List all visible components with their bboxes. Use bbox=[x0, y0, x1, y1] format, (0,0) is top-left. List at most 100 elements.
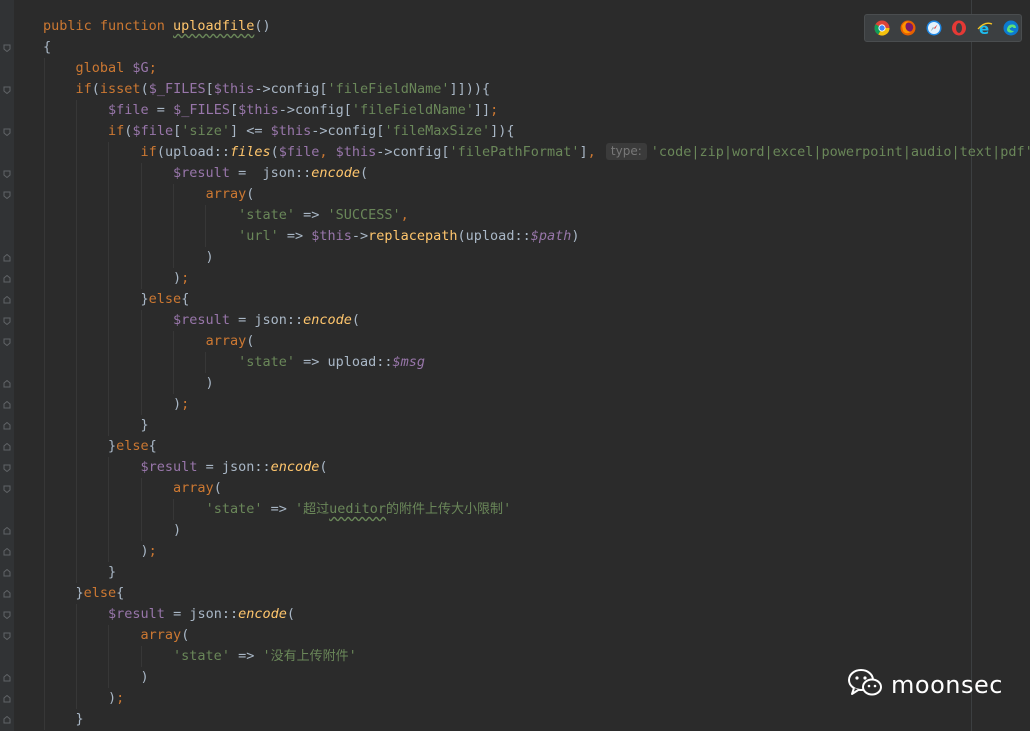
indent-guide bbox=[108, 331, 110, 352]
indent-guide bbox=[44, 394, 45, 415]
token-segment: ); bbox=[43, 543, 157, 559]
fold-marker-icon[interactable] bbox=[3, 443, 11, 451]
fold-marker-icon[interactable] bbox=[3, 485, 11, 493]
fold-marker-icon[interactable] bbox=[3, 254, 11, 262]
indent-guide bbox=[44, 289, 45, 310]
fold-marker-icon[interactable] bbox=[3, 674, 11, 682]
fold-marker-icon[interactable] bbox=[3, 86, 11, 94]
watermark: moonsec bbox=[847, 668, 1003, 702]
token-segment: global $G; bbox=[75, 60, 157, 76]
code-line: 'url' => $this->replacepath(upload::$pat… bbox=[43, 226, 1030, 247]
fold-marker-icon[interactable] bbox=[3, 695, 11, 703]
indent-guide bbox=[172, 205, 174, 226]
indent-guide bbox=[44, 520, 45, 541]
indent-guide bbox=[76, 604, 78, 625]
code-line: ); bbox=[43, 541, 1030, 562]
indent-guide bbox=[108, 394, 110, 415]
indent-guide bbox=[172, 373, 174, 394]
code-line: $result = json::encode( bbox=[43, 310, 1030, 331]
indent-guide bbox=[172, 226, 174, 247]
code-line: 'state' => '没有上传附件' bbox=[43, 646, 1030, 667]
fold-marker-icon[interactable] bbox=[3, 632, 11, 640]
indent-guide bbox=[205, 226, 206, 247]
fold-marker-icon[interactable] bbox=[3, 128, 11, 136]
firefox-icon[interactable] bbox=[898, 18, 919, 39]
fold-marker-icon[interactable] bbox=[3, 338, 11, 346]
indent-guide bbox=[140, 352, 142, 373]
indent-guide bbox=[108, 541, 110, 562]
indent-guide bbox=[76, 478, 78, 499]
fold-marker-icon[interactable] bbox=[3, 611, 11, 619]
indent-guide bbox=[108, 415, 110, 436]
indent-guide bbox=[108, 625, 110, 646]
indent-guide bbox=[76, 646, 78, 667]
fold-marker-icon[interactable] bbox=[3, 422, 11, 430]
indent-guide bbox=[76, 184, 78, 205]
fold-marker-icon[interactable] bbox=[3, 464, 11, 472]
indent-guide bbox=[44, 667, 45, 688]
indent-guide bbox=[205, 352, 206, 373]
code-line: } bbox=[43, 709, 1030, 730]
indent-guide bbox=[76, 373, 78, 394]
safari-icon[interactable] bbox=[923, 18, 944, 39]
indent-guide bbox=[76, 310, 78, 331]
fold-marker-icon[interactable] bbox=[3, 548, 11, 556]
fold-marker-icon[interactable] bbox=[3, 401, 11, 409]
token-segment: ) bbox=[43, 249, 214, 265]
token-segment: }else{ bbox=[43, 291, 190, 307]
indent-guide bbox=[76, 625, 78, 646]
fold-marker-icon[interactable] bbox=[3, 716, 11, 724]
indent-guide bbox=[44, 331, 45, 352]
indent-guide bbox=[108, 205, 110, 226]
token-segment: 'state' => upload::$msg bbox=[238, 354, 426, 370]
indent-guide bbox=[108, 352, 110, 373]
chrome-icon[interactable] bbox=[872, 18, 893, 39]
indent-guide bbox=[76, 436, 78, 457]
indent-guide bbox=[76, 499, 78, 520]
token-segment: ); bbox=[43, 270, 190, 286]
indent-guide bbox=[108, 646, 110, 667]
token-segment: 'state' => '超过ueditor的附件上传大小限制' bbox=[205, 501, 512, 517]
opera-icon[interactable] bbox=[949, 18, 970, 39]
fold-marker-icon[interactable] bbox=[3, 275, 11, 283]
token-segment: $result = json::encode( bbox=[173, 165, 369, 181]
fold-marker-icon[interactable] bbox=[3, 191, 11, 199]
edge-icon[interactable] bbox=[1000, 18, 1021, 39]
fold-marker-icon[interactable] bbox=[3, 527, 11, 535]
code-line: 'state' => '超过ueditor的附件上传大小限制' bbox=[43, 499, 1030, 520]
fold-marker-icon[interactable] bbox=[3, 590, 11, 598]
indent-guide bbox=[44, 268, 45, 289]
indent-guide bbox=[140, 226, 142, 247]
fold-marker-icon[interactable] bbox=[3, 317, 11, 325]
indent-guide bbox=[44, 541, 45, 562]
indent-guide bbox=[44, 646, 45, 667]
code-line: ) bbox=[43, 520, 1030, 541]
token-segment: } bbox=[43, 417, 149, 433]
code-line: }else{ bbox=[43, 436, 1030, 457]
indent-guide bbox=[172, 184, 174, 205]
token-segment: array( bbox=[140, 627, 190, 643]
token-segment: public function uploadfile() bbox=[43, 18, 271, 34]
indent-guide bbox=[108, 310, 110, 331]
internet-explorer-icon[interactable]: e bbox=[975, 18, 996, 39]
fold-marker-icon[interactable] bbox=[3, 44, 11, 52]
code-line: $result = json::encode( bbox=[43, 457, 1030, 478]
code-line: $file = $_FILES[$this->config['fileField… bbox=[43, 100, 1030, 121]
fold-marker-icon[interactable] bbox=[3, 569, 11, 577]
watermark-text: moonsec bbox=[891, 671, 1003, 699]
code-line: ) bbox=[43, 247, 1030, 268]
indent-guide bbox=[140, 373, 142, 394]
indent-guide bbox=[44, 415, 45, 436]
fold-marker-icon[interactable] bbox=[3, 296, 11, 304]
token-segment: ) bbox=[43, 669, 149, 685]
fold-marker-icon[interactable] bbox=[3, 170, 11, 178]
code-line: $result = json::encode( bbox=[43, 163, 1030, 184]
indent-guide bbox=[44, 625, 45, 646]
code-line: } bbox=[43, 562, 1030, 583]
code-line: } bbox=[43, 415, 1030, 436]
indent-guide bbox=[172, 331, 174, 352]
fold-marker-icon[interactable] bbox=[3, 380, 11, 388]
indent-guide bbox=[76, 331, 78, 352]
code-editor[interactable]: public function uploadfile() { global $G… bbox=[43, 16, 1030, 730]
indent-guide bbox=[172, 499, 174, 520]
